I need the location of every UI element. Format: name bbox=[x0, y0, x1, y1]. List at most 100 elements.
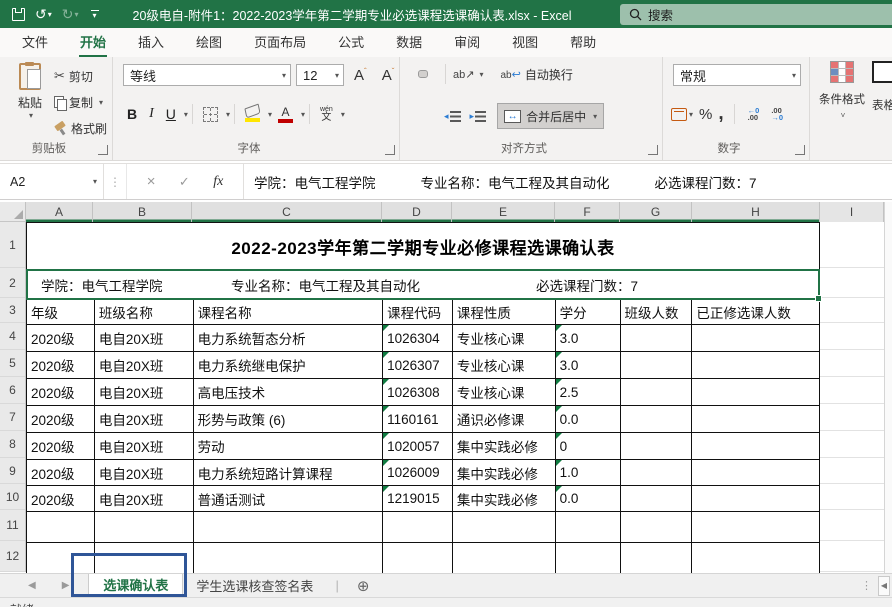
decrease-indent-button[interactable]: ◂ bbox=[441, 111, 464, 122]
table-cell[interactable]: 集中实践必修 bbox=[452, 433, 555, 459]
table-title-cell[interactable]: 2022-2023学年第二学期专业必修课程选课确认表 bbox=[27, 223, 819, 269]
fill-color-button[interactable] bbox=[239, 106, 266, 122]
table-cell[interactable] bbox=[691, 325, 819, 351]
column-header-C[interactable]: C bbox=[192, 202, 382, 222]
middle-align-button[interactable] bbox=[419, 71, 427, 77]
table-cell[interactable]: 年级 bbox=[27, 300, 94, 324]
grow-font-button[interactable]: Aˆ bbox=[349, 67, 372, 84]
table-cell[interactable] bbox=[193, 512, 383, 542]
table-cell[interactable] bbox=[452, 543, 555, 573]
table-cell[interactable]: 已正修选课人数 bbox=[691, 300, 819, 324]
sheet-tab-选课确认表[interactable]: 选课确认表 bbox=[89, 574, 182, 597]
increase-decimal-button[interactable]: ←0.00 bbox=[745, 107, 763, 121]
format-painter-button[interactable]: 格式刷 bbox=[54, 117, 107, 139]
bottom-align-button[interactable] bbox=[430, 71, 438, 77]
row-header-8[interactable]: 8 bbox=[0, 431, 25, 458]
top-align-button[interactable] bbox=[408, 71, 416, 77]
cancel-icon[interactable]: × bbox=[147, 173, 156, 190]
table-cell[interactable]: 课程名称 bbox=[193, 300, 383, 324]
table-cell[interactable]: 课程性质 bbox=[452, 300, 555, 324]
table-cell[interactable] bbox=[691, 460, 819, 485]
comma-style-button[interactable]: , bbox=[718, 109, 723, 119]
dialog-launcher-icon[interactable] bbox=[385, 145, 395, 155]
enter-icon[interactable]: ✓ bbox=[179, 174, 190, 190]
redo-button[interactable]: ↻▾ bbox=[58, 3, 83, 25]
wrap-text-button[interactable]: ab↩ 自动换行 bbox=[500, 66, 572, 83]
table-cell[interactable] bbox=[620, 486, 692, 511]
table-cell[interactable] bbox=[620, 460, 692, 485]
customize-toolbar-button[interactable]: ▾ bbox=[91, 10, 99, 18]
row-header-12[interactable]: 12 bbox=[0, 541, 25, 572]
table-cell[interactable]: 课程代码 bbox=[382, 300, 452, 324]
table-cell[interactable] bbox=[27, 512, 94, 542]
font-name-combo[interactable]: 等线 ▾ bbox=[123, 64, 291, 86]
table-cell[interactable] bbox=[620, 543, 692, 573]
row-header-7[interactable]: 7 bbox=[0, 404, 25, 431]
name-box[interactable]: A2 ▾ bbox=[0, 164, 104, 199]
format-as-table-button[interactable]: 表格 bbox=[872, 61, 892, 113]
font-size-combo[interactable]: 12 ▾ bbox=[296, 64, 344, 86]
table-cell[interactable]: 班级名称 bbox=[94, 300, 193, 324]
number-format-combo[interactable]: 常规 ▾ bbox=[673, 64, 801, 86]
align-center-button[interactable] bbox=[419, 113, 427, 119]
increase-indent-button[interactable]: ▸ bbox=[467, 111, 490, 122]
table-cell[interactable]: 2020级 bbox=[27, 325, 94, 351]
table-cell[interactable]: 1160161 bbox=[382, 406, 452, 432]
bold-button[interactable]: B bbox=[121, 106, 143, 122]
table-cell[interactable] bbox=[691, 433, 819, 459]
table-cell[interactable]: 电自20X班 bbox=[94, 325, 193, 351]
row-header-1[interactable]: 1 bbox=[0, 222, 25, 268]
table-cell[interactable] bbox=[94, 543, 193, 573]
column-header-G[interactable]: G bbox=[620, 202, 692, 222]
ribbon-tab-页面布局[interactable]: 页面布局 bbox=[238, 28, 322, 57]
ribbon-tab-file[interactable]: 文件 bbox=[6, 28, 64, 57]
table-cell[interactable] bbox=[555, 543, 620, 573]
table-cell[interactable] bbox=[691, 406, 819, 432]
table-cell[interactable]: 专业核心课 bbox=[452, 379, 555, 405]
table-cell[interactable]: 3.0 bbox=[555, 352, 620, 378]
formula-content[interactable]: 学院：电气工程学院专业名称：电气工程及其自动化必选课程门数：7 bbox=[244, 164, 757, 199]
table-cell[interactable]: 普通话测试 bbox=[193, 486, 383, 511]
table-cell[interactable] bbox=[620, 406, 692, 432]
row-header-11[interactable]: 11 bbox=[0, 510, 25, 541]
table-cell[interactable]: 形势与政策 (6) bbox=[193, 406, 383, 432]
table-cell[interactable]: 1219015 bbox=[382, 486, 452, 511]
table-cell[interactable]: 电自20X班 bbox=[94, 406, 193, 432]
table-cell[interactable] bbox=[691, 486, 819, 511]
table-cell[interactable]: 电力系统短路计算课程 bbox=[193, 460, 383, 485]
phonetic-guide-button[interactable]: wén文 bbox=[314, 106, 339, 123]
column-header-H[interactable]: H bbox=[692, 202, 820, 222]
table-cell[interactable]: 2.5 bbox=[555, 379, 620, 405]
new-sheet-button[interactable]: ⊕ bbox=[347, 574, 380, 597]
row-header-5[interactable]: 5 bbox=[0, 350, 25, 377]
table-cell[interactable] bbox=[691, 379, 819, 405]
merge-center-button[interactable]: ↔ 合并后居中 ▾ bbox=[498, 104, 603, 128]
table-cell[interactable]: 1026307 bbox=[382, 352, 452, 378]
table-cell[interactable]: 2020级 bbox=[27, 433, 94, 459]
table-cell[interactable]: 电力系统继电保护 bbox=[193, 352, 383, 378]
column-header-B[interactable]: B bbox=[93, 202, 192, 222]
table-cell[interactable]: 高电压技术 bbox=[193, 379, 383, 405]
table-cell[interactable]: 专业核心课 bbox=[452, 352, 555, 378]
conditional-formatting-button[interactable]: 条件格式 ˅ bbox=[816, 61, 868, 120]
table-cell[interactable]: 1.0 bbox=[555, 460, 620, 485]
table-cell[interactable] bbox=[452, 512, 555, 542]
table-cell[interactable]: 劳动 bbox=[193, 433, 383, 459]
table-cell[interactable] bbox=[620, 325, 692, 351]
column-header-E[interactable]: E bbox=[452, 202, 555, 222]
row-header-9[interactable]: 9 bbox=[0, 458, 25, 484]
table-cell[interactable]: 通识必修课 bbox=[452, 406, 555, 432]
row-header-10[interactable]: 10 bbox=[0, 484, 25, 510]
ribbon-tab-审阅[interactable]: 审阅 bbox=[438, 28, 496, 57]
insert-function-icon[interactable]: fx bbox=[213, 174, 223, 190]
table-cell[interactable]: 0 bbox=[555, 433, 620, 459]
search-box[interactable]: 搜索 bbox=[620, 4, 892, 25]
ribbon-tab-公式[interactable]: 公式 bbox=[322, 28, 380, 57]
table-cell[interactable] bbox=[382, 512, 452, 542]
table-cell[interactable]: 电力系统暂态分析 bbox=[193, 325, 383, 351]
ribbon-tab-数据[interactable]: 数据 bbox=[380, 28, 438, 57]
table-cell[interactable]: 0.0 bbox=[555, 486, 620, 511]
align-left-button[interactable] bbox=[408, 113, 416, 119]
table-cell[interactable] bbox=[691, 512, 819, 542]
ribbon-tab-绘图[interactable]: 绘图 bbox=[180, 28, 238, 57]
